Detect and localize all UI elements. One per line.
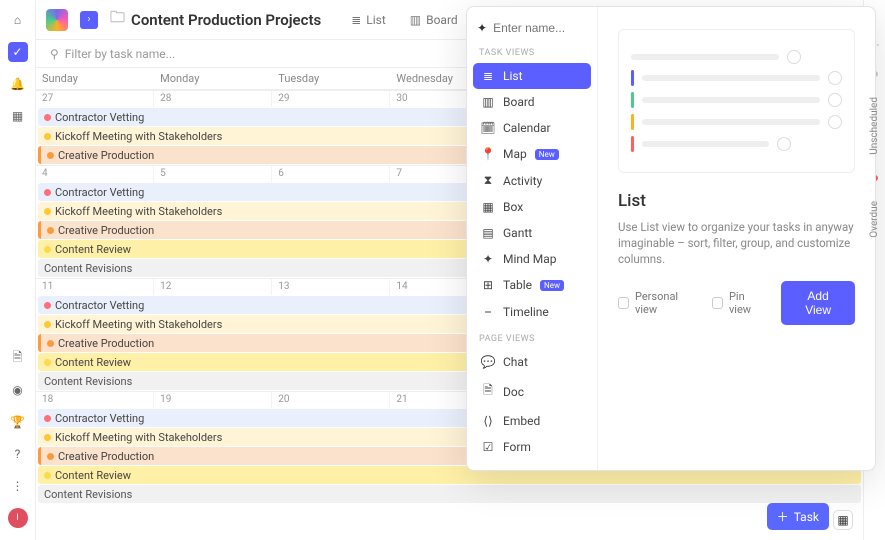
table-icon: ⊞ bbox=[481, 278, 495, 292]
embed-icon: ⟨⟩ bbox=[481, 414, 495, 428]
main: › 🗀 Content Production Projects ≣List ▥B… bbox=[36, 0, 863, 540]
activity-icon: ⧗ bbox=[481, 173, 495, 188]
view-name-input[interactable] bbox=[493, 21, 583, 35]
date-cell[interactable]: 5 bbox=[154, 166, 272, 182]
more-icon[interactable]: ⋮ bbox=[8, 476, 28, 496]
view-option-calendar[interactable]: 🗓Calendar bbox=[473, 115, 591, 141]
timeline-icon: ⎯ bbox=[481, 304, 495, 319]
home-icon[interactable]: ⌂ bbox=[8, 10, 28, 30]
view-option-doc[interactable]: 🗎Doc bbox=[473, 375, 591, 408]
personal-view-checkbox[interactable]: Personal view bbox=[618, 290, 696, 316]
date-cell[interactable]: 12 bbox=[154, 279, 272, 295]
app-grid-button[interactable]: ▦ bbox=[833, 510, 853, 530]
date-cell[interactable]: 13 bbox=[272, 279, 390, 295]
left-rail: ⌂ ✓ 🔔 ▦ 🗎 ◉ 🏆 ? ⋮ I bbox=[0, 0, 36, 540]
date-cell[interactable]: 19 bbox=[154, 392, 272, 408]
calendar-icon: 🗓 bbox=[481, 121, 495, 135]
view-option-chat[interactable]: 💬Chat bbox=[473, 349, 591, 375]
filter-placeholder[interactable]: Filter by task name... bbox=[65, 47, 175, 61]
view-option-map[interactable]: 📍MapNew bbox=[473, 141, 591, 167]
tasks-icon[interactable]: ✓ bbox=[8, 42, 28, 62]
add-view-button[interactable]: Add View bbox=[781, 281, 855, 325]
date-cell[interactable]: 6 bbox=[272, 166, 390, 182]
calendar-event[interactable]: Content Revisions bbox=[38, 485, 861, 503]
board-icon: ▥ bbox=[410, 13, 421, 27]
date-cell[interactable]: 4 bbox=[36, 166, 154, 182]
overdue-tab[interactable]: Overdue bbox=[869, 201, 880, 238]
view-option-mind-map[interactable]: ✦Mind Map bbox=[473, 246, 591, 272]
new-badge: New bbox=[540, 280, 564, 291]
view-option-board[interactable]: ▥Board bbox=[473, 89, 591, 115]
popup-detail: List Use List view to organize your task… bbox=[597, 7, 875, 470]
folder-icon: 🗀 bbox=[110, 7, 125, 32]
view-option-table[interactable]: ⊞TableNew bbox=[473, 272, 591, 298]
popup-detail-title: List bbox=[618, 191, 855, 211]
list-icon: ≣ bbox=[481, 69, 495, 83]
view-option-box[interactable]: ▦Box bbox=[473, 194, 591, 220]
doc-icon[interactable]: 🗎 bbox=[8, 348, 28, 368]
view-option-embed[interactable]: ⟨⟩Embed bbox=[473, 408, 591, 434]
date-cell[interactable]: 11 bbox=[36, 279, 154, 295]
day-header: Monday bbox=[154, 68, 272, 89]
nav-forward-icon[interactable]: › bbox=[80, 11, 98, 29]
popup-view-list: ✦ TASK VIEWS ≣List▥Board🗓Calendar📍MapNew… bbox=[467, 7, 597, 470]
view-option-list[interactable]: ≣List bbox=[473, 63, 591, 89]
form-icon: ☑ bbox=[481, 440, 495, 454]
add-view-popup: ✦ TASK VIEWS ≣List▥Board🗓Calendar📍MapNew… bbox=[466, 6, 876, 471]
date-cell[interactable]: 28 bbox=[154, 91, 272, 107]
mind-map-icon: ✦ bbox=[481, 252, 495, 266]
date-cell[interactable]: 29 bbox=[272, 91, 390, 107]
tab-list[interactable]: ≣List bbox=[341, 8, 396, 32]
app-logo-icon[interactable] bbox=[46, 9, 68, 31]
section-page-views: PAGE VIEWS bbox=[473, 328, 591, 346]
date-cell[interactable]: 18 bbox=[36, 392, 154, 408]
notifications-icon[interactable]: 🔔 bbox=[8, 74, 28, 94]
day-header: Tuesday bbox=[272, 68, 390, 89]
box-icon: ▦ bbox=[481, 200, 495, 214]
pin-view-checkbox[interactable]: Pin view bbox=[712, 290, 765, 316]
cursor-icon: ✦ bbox=[477, 21, 487, 35]
avatar[interactable]: I bbox=[8, 508, 28, 528]
board-icon: ▥ bbox=[481, 95, 495, 109]
help-icon[interactable]: ? bbox=[8, 444, 28, 464]
record-icon[interactable]: ◉ bbox=[8, 380, 28, 400]
date-cell[interactable]: 27 bbox=[36, 91, 154, 107]
apps-icon[interactable]: ▦ bbox=[8, 106, 28, 126]
page-title: 🗀 Content Production Projects bbox=[110, 7, 321, 32]
section-task-views: TASK VIEWS bbox=[473, 42, 591, 60]
view-option-gantt[interactable]: ▤Gantt bbox=[473, 220, 591, 246]
view-option-timeline[interactable]: ⎯Timeline bbox=[473, 298, 591, 325]
day-header: Sunday bbox=[36, 68, 154, 89]
unscheduled-tab[interactable]: Unscheduled bbox=[869, 97, 880, 155]
new-badge: New bbox=[535, 149, 559, 160]
date-cell[interactable]: 20 bbox=[272, 392, 390, 408]
view-preview bbox=[618, 29, 855, 173]
chat-icon: 💬 bbox=[481, 355, 495, 369]
list-icon: ≣ bbox=[351, 13, 361, 27]
tab-board[interactable]: ▥Board bbox=[400, 8, 468, 32]
filter-icon[interactable]: ⚲ bbox=[50, 47, 59, 61]
plus-icon: ＋ bbox=[777, 508, 789, 525]
new-task-button[interactable]: ＋Task bbox=[767, 503, 829, 530]
page-title-text: Content Production Projects bbox=[131, 11, 321, 29]
trophy-icon[interactable]: 🏆 bbox=[8, 412, 28, 432]
map-icon: 📍 bbox=[481, 147, 495, 161]
view-option-form[interactable]: ☑Form bbox=[473, 434, 591, 460]
doc-icon: 🗎 bbox=[481, 381, 495, 402]
popup-detail-desc: Use List view to organize your tasks in … bbox=[618, 219, 855, 267]
gantt-icon: ▤ bbox=[481, 226, 495, 240]
view-option-activity[interactable]: ⧗Activity bbox=[473, 167, 591, 194]
